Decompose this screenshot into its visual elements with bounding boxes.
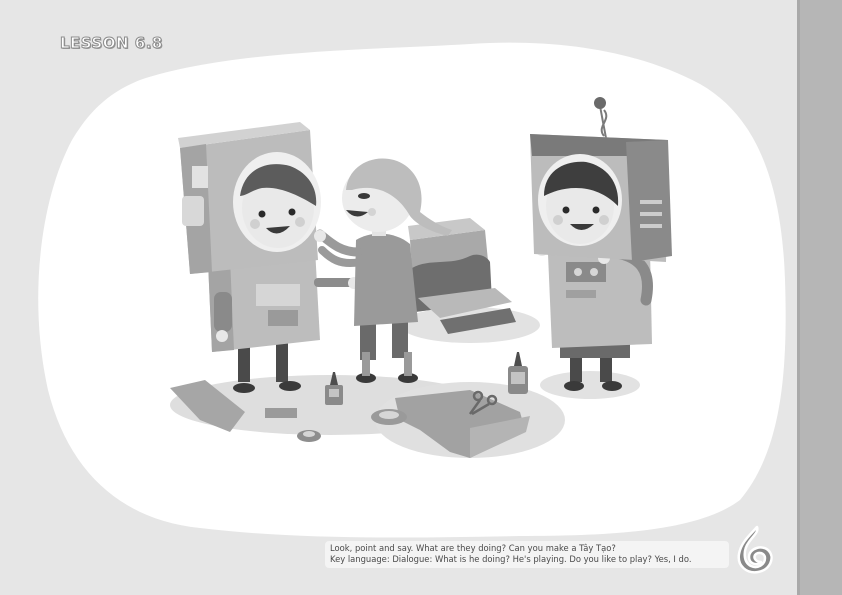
glue-bottle-icon (508, 352, 528, 394)
lesson-title: LESSON 6.8 (60, 34, 163, 53)
tape-roll-icon (371, 409, 407, 425)
key-language-line: Key language: Dialogue: What is he doing… (330, 554, 692, 564)
children-robot-costume-illustration (170, 97, 672, 458)
book-series-logo-icon (737, 525, 773, 574)
tape-roll-icon (297, 430, 321, 442)
lesson-caption: Look, point and say. What are they doing… (325, 541, 729, 568)
lesson-page: LESSON 6.8 Look, point and say. What are… (0, 0, 842, 595)
instruction-line: Look, point and say. What are they doing… (330, 543, 616, 553)
right-child-robot (530, 97, 672, 391)
